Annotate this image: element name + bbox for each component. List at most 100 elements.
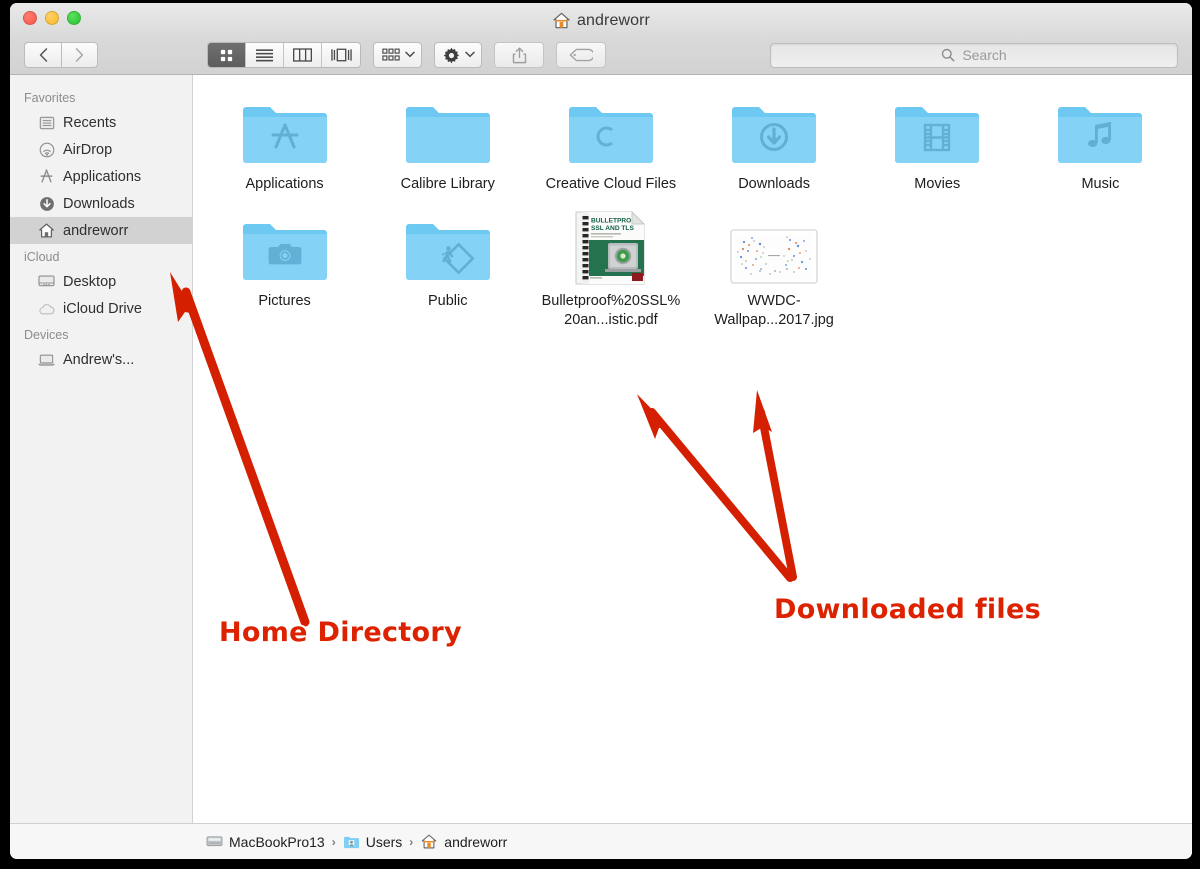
applications-icon <box>38 168 55 185</box>
breadcrumb-label: Users <box>366 834 403 850</box>
file-item-label: Music <box>1081 175 1119 194</box>
breadcrumb-users[interactable]: Users <box>343 834 403 850</box>
sidebar-item-applications[interactable]: Applications <box>10 163 192 190</box>
breadcrumb-macbookpro13[interactable]: MacBookPro13 <box>206 834 325 850</box>
annotation-home-directory: Home Directory <box>219 617 462 648</box>
search-icon <box>941 48 955 62</box>
file-item-music[interactable]: Music <box>1019 93 1182 194</box>
sidebar-item-label: Desktop <box>63 274 116 290</box>
annotation-downloaded-files: Downloaded files <box>774 594 1041 625</box>
image-thumbnail-icon <box>693 210 856 286</box>
sidebar-item-desktop[interactable]: Desktop <box>10 268 192 295</box>
file-item-label: Applications <box>245 175 323 194</box>
window-title: andreworr <box>10 11 1192 30</box>
chevron-down-icon <box>465 50 475 60</box>
tag-icon <box>569 48 593 62</box>
column-view-button[interactable] <box>284 43 322 67</box>
home-icon <box>420 833 438 850</box>
folder-icon <box>693 93 856 169</box>
back-button[interactable] <box>24 42 61 68</box>
sidebar-item-label: iCloud Drive <box>63 301 142 317</box>
breadcrumb-label: MacBookPro13 <box>229 834 325 850</box>
file-item-label: Creative Cloud Files <box>546 175 677 194</box>
share-button[interactable] <box>494 42 544 68</box>
sidebar-item-label: Applications <box>63 169 141 185</box>
downloads-icon <box>38 195 55 212</box>
action-button[interactable] <box>434 42 482 68</box>
folder-icon <box>1019 93 1182 169</box>
sidebar-item-label: AirDrop <box>63 142 112 158</box>
file-item-label: Downloads <box>738 175 810 194</box>
tags-button[interactable] <box>556 42 606 68</box>
icon-grid: Applications Calibre Library <box>193 75 1192 330</box>
desktop-icon <box>38 273 55 290</box>
sidebar-section-devices: Devices <box>10 322 192 346</box>
users-folder-icon <box>343 835 360 849</box>
svg-text:SSL AND TLS: SSL AND TLS <box>591 225 634 232</box>
sidebar-section-icloud: iCloud <box>10 244 192 268</box>
airdrop-icon <box>38 141 55 158</box>
cloud-icon <box>38 300 55 317</box>
sidebar: Favorites Recents <box>10 75 193 823</box>
sidebar-item-andreworr[interactable]: andreworr <box>10 217 192 244</box>
list-view-button[interactable] <box>246 43 284 67</box>
action-group <box>434 42 482 68</box>
file-item-creative-cloud-files[interactable]: Creative Cloud Files <box>529 93 692 194</box>
breadcrumb-label: andreworr <box>444 834 507 850</box>
breadcrumb-separator: › <box>408 835 414 849</box>
sidebar-item-airdrop[interactable]: AirDrop <box>10 136 192 163</box>
sidebar-section-favorites: Favorites <box>10 85 192 109</box>
sidebar-item-label: andreworr <box>63 223 128 239</box>
sidebar-item-downloads[interactable]: Downloads <box>10 190 192 217</box>
search-input[interactable]: Search <box>770 43 1178 68</box>
icon-view-button[interactable] <box>208 43 246 67</box>
window-body: Favorites Recents <box>10 75 1192 823</box>
folder-icon <box>366 210 529 286</box>
file-item-label: Bulletproof%20SSL%20an...istic.pdf <box>541 292 681 330</box>
window-titlebar: andreworr <box>10 3 1192 75</box>
file-item-label: Pictures <box>258 292 310 311</box>
file-item-pictures[interactable]: Pictures <box>203 210 366 330</box>
harddisk-icon <box>206 834 223 849</box>
file-item-movies[interactable]: Movies <box>856 93 1019 194</box>
arrange-group <box>373 42 422 68</box>
folder-icon <box>856 93 1019 169</box>
sidebar-item-recents[interactable]: Recents <box>10 109 192 136</box>
file-item-label: Movies <box>914 175 960 194</box>
folder-icon <box>366 93 529 169</box>
close-button[interactable] <box>23 11 37 25</box>
pdf-thumbnail-icon: BULLETPROOF SSL AND TLS <box>529 210 692 286</box>
folder-icon <box>203 210 366 286</box>
tags-group <box>556 42 606 68</box>
file-item-wwdc-wallpaper-jpg[interactable]: WWDC-Wallpap...2017.jpg <box>693 210 856 330</box>
arrange-icon <box>382 48 400 62</box>
arrange-button[interactable] <box>373 42 422 68</box>
minimize-button[interactable] <box>45 11 59 25</box>
gallery-view-button[interactable] <box>322 43 360 67</box>
file-item-calibre-library[interactable]: Calibre Library <box>366 93 529 194</box>
breadcrumb-separator: › <box>331 835 337 849</box>
search-placeholder: Search <box>962 47 1006 63</box>
folder-icon <box>529 93 692 169</box>
file-item-label: WWDC-Wallpap...2017.jpg <box>704 292 844 330</box>
file-browser-content[interactable]: Applications Calibre Library <box>193 75 1192 823</box>
toolbar: Search <box>10 36 1192 74</box>
breadcrumb-andreworr[interactable]: andreworr <box>420 833 507 850</box>
file-item-bulletproof-ssl-pdf[interactable]: BULLETPROOF SSL AND TLS Bulletproof%20SS… <box>529 210 692 330</box>
sidebar-item-label: Andrew's... <box>63 352 134 368</box>
file-item-applications[interactable]: Applications <box>203 93 366 194</box>
sidebar-item-icloud-drive[interactable]: iCloud Drive <box>10 295 192 322</box>
folder-icon <box>203 93 366 169</box>
navigation-buttons <box>24 42 98 68</box>
path-bar: MacBookPro13 › Users › <box>10 823 1192 859</box>
sidebar-item-label: Recents <box>63 115 116 131</box>
sidebar-item-andrews-device[interactable]: Andrew's... <box>10 346 192 373</box>
forward-button[interactable] <box>61 42 98 68</box>
file-item-label: Calibre Library <box>401 175 495 194</box>
chevron-down-icon <box>405 50 415 60</box>
zoom-button[interactable] <box>67 11 81 25</box>
file-item-downloads[interactable]: Downloads <box>693 93 856 194</box>
share-icon <box>512 47 527 64</box>
file-item-public[interactable]: Public <box>366 210 529 330</box>
finder-window: andreworr <box>10 3 1192 859</box>
